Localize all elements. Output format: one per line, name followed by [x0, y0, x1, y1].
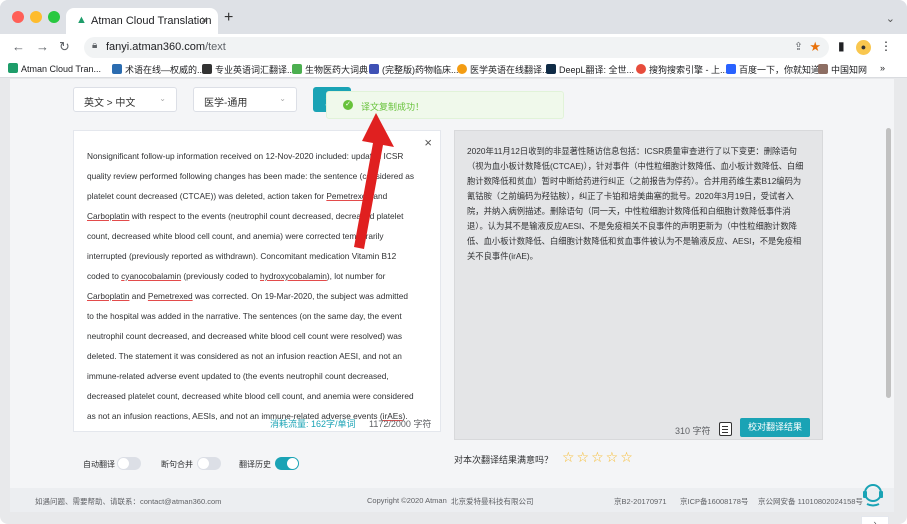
target-char-count: 310 字符: [675, 426, 711, 436]
bookmark-item[interactable]: 搜狗搜索引擎 - 上...: [636, 63, 728, 76]
translation-text: 2020年11月12日收到的非显著性随访信息包括：ICSR质量审查进行了以下变更…: [467, 146, 804, 261]
text-segment: and: [129, 291, 148, 301]
browser-toolbar: ← → ↻ 🔒︎ fanyi.atman360.com/text ⇪ ★ ▮ ⋮: [0, 34, 907, 60]
sidebar-icon[interactable]: ▮: [838, 39, 845, 53]
bookmark-item[interactable]: (完整版)药物临床...: [369, 63, 459, 76]
bookmark-item[interactable]: 医学英语在线翻译...: [457, 63, 550, 76]
close-window-button[interactable]: [12, 11, 24, 23]
profile-avatar[interactable]: ●: [856, 40, 871, 55]
translation-page: 英文 > 中文 ⌄ 医学-通用 ⌄ 立 ✓ 译文复制成功！ × Nonsigni…: [10, 79, 894, 524]
page-footer: 如遇问题、需要帮助、请联系：contact@atman360.com Copyr…: [10, 488, 894, 512]
chevron-down-icon: ⌄: [159, 94, 166, 103]
bookmark-favicon-icon: [636, 64, 646, 74]
bookmark-favicon-icon: [112, 64, 122, 74]
footer-icp-record: 京ICP备16008178号: [680, 497, 749, 506]
tab-search-icon[interactable]: ⌄: [886, 12, 895, 25]
browser-tab[interactable]: ▲ Atman Cloud Translation ×: [66, 8, 218, 34]
proofread-button[interactable]: 校对翻译结果: [740, 418, 810, 437]
title-bar: ▲ Atman Cloud Translation × + ⌄: [0, 0, 907, 34]
flagged-term: Carboplatin: [87, 291, 130, 301]
share-icon[interactable]: ⇪: [794, 40, 803, 53]
translation-result-area: 2020年11月12日收到的非显著性随访信息包括：ICSR质量审查进行了以下变更…: [454, 130, 823, 440]
forward-arrow-icon[interactable]: →: [36, 39, 49, 54]
text-segment: was corrected. On 19-Mar-2020, the subje…: [87, 291, 414, 421]
menu-kebab-icon[interactable]: ⋮: [880, 39, 892, 53]
toggle-knob: [198, 458, 209, 469]
auto-translate-label: 自动翻译: [83, 460, 115, 469]
flagged-term: Carboplatin: [87, 211, 130, 221]
bookmark-item[interactable]: 生物医药大词典: [292, 63, 368, 76]
auto-translate-toggle[interactable]: [117, 457, 141, 470]
footer-police-record: 京公网安备 11010802024158号: [758, 497, 863, 506]
bookmark-favicon-icon: [457, 64, 467, 74]
browser-window: ▲ Atman Cloud Translation × + ⌄ ← → ↻ 🔒︎…: [0, 0, 907, 524]
bookmark-star-icon[interactable]: ★: [809, 39, 821, 55]
bookmark-favicon-icon: [202, 64, 212, 74]
tab-title: Atman Cloud Translation: [91, 15, 212, 27]
chevron-down-icon: ⌄: [279, 94, 286, 103]
url-text: fanyi.atman360.com/text: [106, 41, 226, 53]
domain-select[interactable]: 医学-通用 ⌄: [193, 87, 297, 112]
history-toggle[interactable]: [275, 457, 299, 470]
toggle-knob: [118, 458, 129, 469]
history-label: 翻译历史: [239, 460, 271, 469]
annotation-arrow-icon: [354, 113, 394, 249]
language-pair-select[interactable]: 英文 > 中文 ⌄: [73, 87, 177, 112]
flagged-term: hydroxycobalamin: [259, 271, 327, 281]
bookmark-favicon-icon: [818, 64, 828, 74]
tab-close-icon[interactable]: ×: [201, 13, 208, 27]
rating-stars[interactable]: ☆☆☆☆☆: [562, 449, 635, 466]
atman-logo-icon: ▲: [76, 14, 87, 26]
bookmark-item[interactable]: 百度一下，你就知道: [726, 63, 820, 76]
footer-company: 北京爱特曼科技有限公司: [451, 497, 534, 506]
merge-sentences-label: 断句合并: [161, 460, 193, 469]
footer-icp-license: 京B2-20170971: [614, 497, 667, 506]
bookmark-item[interactable]: 中国知网: [818, 63, 867, 76]
copy-icon[interactable]: [719, 422, 732, 436]
page-scrollbar[interactable]: [886, 128, 891, 398]
flagged-term: Pemetrexed: [147, 291, 193, 301]
bookmark-item[interactable]: DeepL翻译: 全世...: [546, 63, 634, 76]
text-segment: (previously coded to: [181, 271, 260, 281]
expand-arrow-icon[interactable]: ›: [861, 516, 889, 524]
bookmark-item[interactable]: Atman Cloud Tran...: [8, 63, 101, 74]
new-tab-button[interactable]: +: [224, 10, 233, 26]
bookmark-favicon-icon: [546, 64, 556, 74]
rating-question: 对本次翻译结果满意吗？: [454, 455, 554, 465]
flagged-term: cyanocobalamin: [121, 271, 182, 281]
maximize-window-button[interactable]: [48, 11, 60, 23]
bookmarks-overflow-icon[interactable]: »: [880, 63, 885, 73]
minimize-window-button[interactable]: [30, 11, 42, 23]
bookmark-item[interactable]: 术语在线—权威的...: [112, 63, 205, 76]
customer-service-icon[interactable]: [859, 480, 887, 508]
bookmark-favicon-icon: [8, 63, 18, 73]
toggle-knob: [287, 458, 298, 469]
lock-icon: 🔒︎: [92, 40, 98, 51]
back-arrow-icon[interactable]: ←: [12, 39, 25, 54]
merge-sentences-toggle[interactable]: [197, 457, 221, 470]
text-segment: ), lot number for: [326, 271, 386, 281]
bookmark-favicon-icon: [369, 64, 379, 74]
footer-contact: 如遇问题、需要帮助、请联系：contact@atman360.com: [35, 497, 222, 506]
usage-counter: 消耗流量: 162字/单词: [270, 419, 356, 429]
domain-value: 医学-通用: [204, 98, 248, 109]
address-bar[interactable]: 🔒︎ fanyi.atman360.com/text ⇪ ★: [84, 37, 829, 58]
bookmark-favicon-icon: [726, 64, 736, 74]
language-pair-value: 英文 > 中文: [84, 98, 136, 109]
reload-icon[interactable]: ↻: [59, 39, 70, 55]
bookmark-favicon-icon: [292, 64, 302, 74]
footer-copyright: Copyright ©2020 Atman: [367, 496, 447, 505]
bookmarks-bar: Atman Cloud Tran... 术语在线—权威的... 专业英语词汇翻译…: [0, 60, 907, 78]
clear-text-icon[interactable]: ×: [424, 135, 432, 150]
source-char-count: 1172/2000 字符: [369, 419, 432, 429]
bookmark-item[interactable]: 专业英语词汇翻译...: [202, 63, 295, 76]
